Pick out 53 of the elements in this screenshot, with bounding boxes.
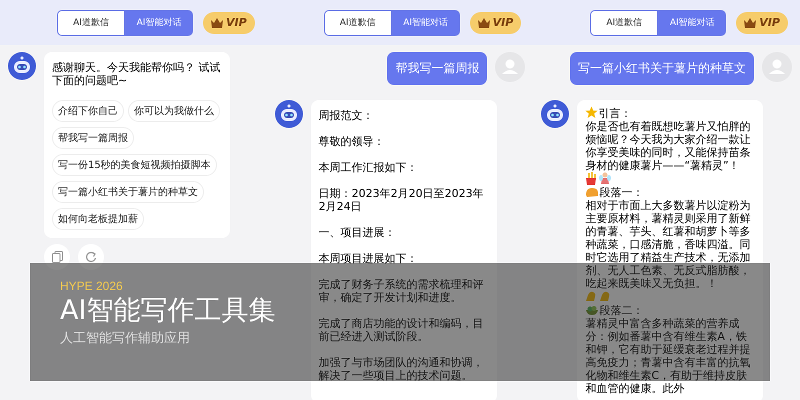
reply-text: 一、项目进展：	[318, 226, 397, 239]
reply-text: 完成了财务子系统的需求梳理和评审，确定了开发计划和进度。	[318, 278, 485, 304]
section-heading: 段落一：	[599, 186, 644, 199]
reply-text: 日期：2023年2月20日至2023年2月24日	[318, 187, 485, 213]
section-heading: 引言：	[598, 107, 632, 120]
fries-icon	[585, 172, 598, 186]
bread-icon	[585, 186, 600, 198]
star-icon	[585, 106, 598, 119]
vip-button[interactable]: VIP	[202, 12, 255, 34]
suggestion-chip[interactable]: 写一篇小红书关于薯片的种草文	[52, 181, 204, 203]
reply-text: 相对于市面上大多数薯片以淀粉为主要原材料，薯精灵则采用了新鲜的青薯、芋头、红薯和胡萝卜等多种蔬菜，口感清脆，香味四溢。同时它选用了精益生产技术，无添加剂、无人工色素、无反式脂肪酸，吃起来既美味又无负担。！	[585, 199, 752, 290]
vip-button[interactable]: VIP	[470, 12, 522, 34]
copy-button[interactable]	[44, 244, 70, 270]
mode-tab[interactable]: AI道歉信	[324, 10, 392, 36]
crown-icon	[210, 18, 223, 28]
mode-tab[interactable]: AI智能对话	[124, 10, 193, 36]
reply-text: 本周项目进展如下：	[318, 252, 419, 265]
mode-tab[interactable]: AI道歉信	[56, 10, 125, 36]
bowl-icon	[585, 304, 600, 316]
reply-text: 薯精灵中富含多种蔬菜的营养成分：例如番薯中含有维生素A，铁和钾，它有助于延缓衰老过程并提高免疫力；青薯中含有丰富的抗氧化物和维生素C，有助于维持皮肤和血管的健康。此外	[585, 317, 752, 395]
robot-avatar	[8, 52, 36, 80]
user-message: 帮我写一篇周报	[387, 52, 488, 85]
user-avatar	[495, 52, 526, 82]
reply-text: 加强了与市场团队的沟通和协调，解决了一些项目上的技术问题。	[318, 356, 485, 382]
crown-icon	[744, 18, 756, 28]
mode-tab[interactable]: AI道歉信	[590, 10, 658, 36]
fairy-icon	[599, 172, 612, 185]
suggestion-chip[interactable]: 写一份15秒的美食短视频拍摄脚本	[52, 154, 217, 176]
copy-icon	[52, 251, 62, 263]
reply-text: 完成了商店功能的设计和编码，目前已经进入测试阶段。	[318, 317, 485, 343]
reply-text: 感谢聊天。今天我能帮你吗？ 试试下面的问题吧~	[52, 61, 222, 87]
crown-icon	[478, 18, 490, 28]
suggestion-chip[interactable]: 介绍下你自己	[52, 100, 124, 122]
suggestion-chip[interactable]: 如何向老板提加薪	[52, 208, 144, 230]
robot-avatar	[541, 100, 570, 128]
refresh-button[interactable]	[78, 244, 104, 270]
mode-tab[interactable]: AI智能对话	[392, 10, 460, 36]
suggestion-chip[interactable]: 你可以为我做什么	[128, 100, 220, 122]
reply-text: 周报范文：	[318, 109, 375, 122]
suggestion-chip[interactable]: 帮我写一篇周报	[52, 127, 134, 149]
user-message: 写一篇小红书关于薯片的种草文	[570, 52, 754, 85]
refresh-icon	[85, 251, 97, 263]
banner-title: AI智能写作工具集	[60, 294, 276, 328]
user-avatar	[762, 52, 792, 82]
section-heading: 段落二：	[599, 304, 644, 317]
vip-button[interactable]: VIP	[736, 12, 788, 34]
robot-avatar	[274, 100, 303, 128]
banner-subtitle: 人工智能写作辅助应用	[60, 330, 190, 347]
banner-kicker: HYPE 2026	[60, 279, 123, 293]
mode-tab[interactable]: AI智能对话	[658, 10, 726, 36]
reply-text: 你是否也有着既想吃薯片又怕胖的烦恼呢？今天我为大家介绍一款让你享受美味的同时，又能保持苗条身材的健康薯片——“薯精灵”！	[585, 120, 752, 172]
reply-text: 本周工作汇报如下：	[318, 161, 419, 174]
reply-text: 尊敬的领导：	[318, 135, 386, 148]
